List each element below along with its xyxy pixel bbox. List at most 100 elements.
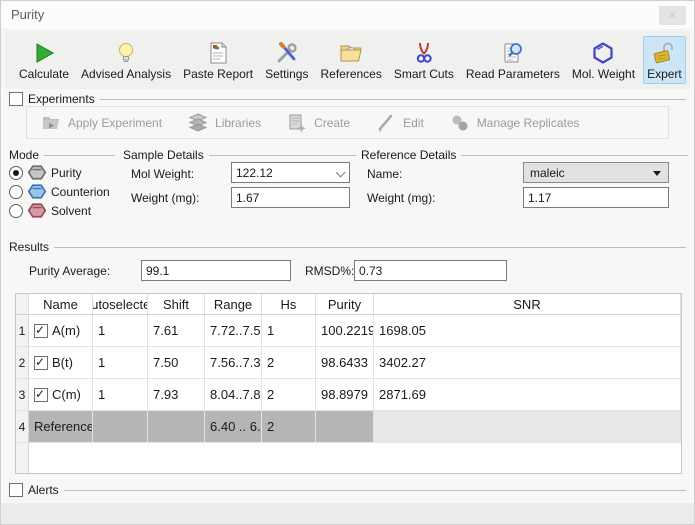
mode-label: Mode [9,148,39,162]
expert-button[interactable]: Expert [643,36,686,84]
column-header-autoselected[interactable]: Autoselected [93,294,148,315]
pencil-icon [376,113,396,133]
table-row[interactable]: 1 A(m) 1 7.61 7.72..7.56 1 100.2219 1698… [16,315,681,347]
cell-purity[interactable]: 100.2219 [316,315,374,347]
table-row[interactable]: 2 B(t) 1 7.50 7.56..7.37 2 98.6433 3402.… [16,347,681,379]
cell-autoselected[interactable]: 1 [93,315,148,347]
padlock-icon [651,40,677,66]
table-row-reference[interactable]: 4 Reference... 6.40 .. 6.12 2 [16,411,681,443]
column-header-snr[interactable]: SNR [374,294,681,315]
mode-option-solvent[interactable]: Solvent [9,201,121,220]
cell-hs[interactable]: 2 [262,379,316,411]
column-header-hs[interactable]: Hs [262,294,316,315]
apply-experiment-button[interactable]: Apply Experiment [41,113,162,133]
mode-divider [44,155,115,156]
experiments-group-header: Experiments [9,92,686,106]
row-checkbox[interactable] [34,324,48,338]
cell-shift[interactable]: 7.93 [148,379,205,411]
reference-details-divider [461,155,688,156]
cell-shift[interactable]: 7.61 [148,315,205,347]
sample-weight-input[interactable] [231,187,350,208]
mol-weight-input[interactable] [231,162,350,183]
tools-icon [274,40,300,66]
reference-name-value: maleic [530,166,565,180]
read-parameters-label: Read Parameters [466,67,560,81]
settings-button[interactable]: Settings [261,36,312,84]
paste-report-button[interactable]: Paste Report [179,36,257,84]
experiments-checkbox[interactable] [9,92,23,106]
manage-replicates-label: Manage Replicates [477,116,580,130]
cell-snr[interactable]: 1698.05 [374,315,681,347]
cell-purity[interactable]: 98.6433 [316,347,374,379]
cell-hs[interactable]: 2 [262,347,316,379]
cell-shift[interactable]: 7.50 [148,347,205,379]
expert-label: Expert [647,67,682,81]
window-footer [1,503,694,524]
row-number: 4 [16,411,29,443]
experiments-divider [100,99,686,100]
libraries-button[interactable]: Libraries [188,113,261,133]
purity-hexagon-icon [27,164,47,181]
settings-label: Settings [265,67,308,81]
column-header-purity[interactable]: Purity [316,294,374,315]
cell-snr[interactable] [374,411,681,443]
read-parameters-button[interactable]: Read Parameters [462,36,564,84]
cell-hs[interactable]: 1 [262,315,316,347]
apply-experiment-icon [41,113,61,133]
cell-snr[interactable]: 3402.27 [374,347,681,379]
rmsd-field[interactable] [354,260,507,281]
magnifier-document-icon [500,40,526,66]
manage-replicates-button[interactable]: Manage Replicates [450,113,580,133]
create-button[interactable]: Create [287,113,350,133]
cell-autoselected[interactable]: 1 [93,347,148,379]
main-toolbar: Calculate Advised Analysis Paste Report … [5,31,690,89]
alerts-checkbox[interactable] [9,483,23,497]
mol-weight-button[interactable]: Mol. Weight [568,36,639,84]
cell-range[interactable]: 7.56..7.37 [205,347,262,379]
reference-weight-input[interactable] [523,187,669,208]
mode-option-purity[interactable]: Purity [9,163,121,182]
results-group-header: Results [9,240,686,254]
counterion-radio[interactable] [9,185,23,199]
scissors-icon [411,40,437,66]
close-button[interactable] [659,6,686,25]
dropdown-arrow-icon[interactable] [653,171,661,176]
mode-option-counterion[interactable]: Counterion [9,182,121,201]
peak-name: A(m) [52,323,80,338]
solvent-radio[interactable] [9,204,23,218]
mode-group-header: Mode [9,148,115,162]
references-button[interactable]: References [316,36,385,84]
purity-radio[interactable] [9,166,23,180]
alerts-group-header: Alerts [9,483,686,497]
table-row[interactable]: 3 C(m) 1 7.93 8.04..7.81 2 98.8979 2871.… [16,379,681,411]
column-header-shift[interactable]: Shift [148,294,205,315]
calculate-button[interactable]: Calculate [15,36,73,84]
purity-average-label: Purity Average: [29,264,110,278]
smart-cuts-button[interactable]: Smart Cuts [390,36,458,84]
cell-autoselected[interactable]: 1 [93,379,148,411]
cell-range[interactable]: 8.04..7.81 [205,379,262,411]
cell-autoselected[interactable] [93,411,148,443]
counterion-hexagon-icon [27,183,47,200]
cell-range[interactable]: 7.72..7.56 [205,315,262,347]
cell-snr[interactable]: 2871.69 [374,379,681,411]
solvent-option-label: Solvent [51,204,91,218]
cell-hs[interactable]: 2 [262,411,316,443]
cell-range[interactable]: 6.40 .. 6.12 [205,411,262,443]
mol-weight-combo[interactable] [231,162,350,183]
row-checkbox[interactable] [34,388,48,402]
cell-shift[interactable] [148,411,205,443]
edit-button[interactable]: Edit [376,113,424,133]
row-number: 3 [16,379,29,411]
purity-average-field[interactable] [141,260,291,281]
reference-name-label: Name: [367,167,402,181]
reference-name-select[interactable]: maleic [523,162,669,183]
row-number: 2 [16,347,29,379]
experiments-toolbar: Apply Experiment Libraries Create Edit M… [26,106,669,139]
column-header-range[interactable]: Range [205,294,262,315]
cell-purity[interactable]: 98.8979 [316,379,374,411]
column-header-name[interactable]: Name [29,294,93,315]
row-checkbox[interactable] [34,356,48,370]
cell-purity[interactable] [316,411,374,443]
advised-analysis-button[interactable]: Advised Analysis [77,36,175,84]
